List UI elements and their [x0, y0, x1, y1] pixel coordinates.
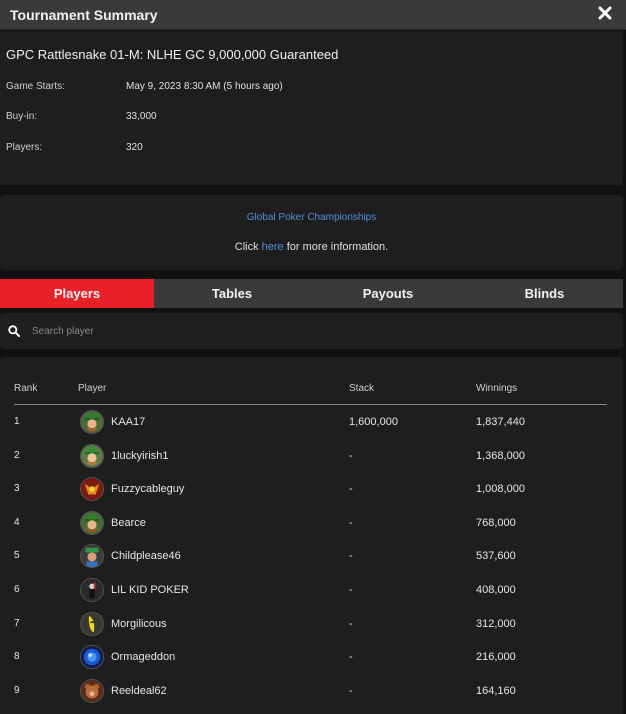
rank-cell: 1 [14, 416, 20, 427]
more-info-text: Click here for more information. [0, 241, 623, 253]
table-row[interactable]: 7 Morgilicous - 312,000 [0, 609, 623, 639]
winnings-cell: 1,008,000 [476, 483, 525, 495]
stack-cell: - [349, 550, 353, 562]
more-info-suffix: for more information. [283, 241, 389, 253]
tab-bar: Players Tables Payouts Blinds [0, 279, 623, 308]
winnings-header: Winnings [476, 383, 518, 394]
window-header: Tournament Summary [0, 0, 626, 30]
stack-cell: - [349, 584, 353, 596]
bear-avatar-icon [80, 679, 104, 703]
player-name-cell: Morgilicous [111, 618, 167, 630]
rank-header: Rank [14, 383, 38, 394]
buy-in-value: 33,000 [126, 111, 157, 122]
winnings-cell: 312,000 [476, 618, 516, 630]
winnings-cell: 216,000 [476, 651, 516, 663]
dragon-avatar-icon [80, 477, 104, 501]
stack-cell: - [349, 618, 353, 630]
table-row[interactable]: 1 KAA17 1,600,000 1,837,440 [0, 407, 623, 437]
table-row[interactable]: 5 Childplease46 - 537,600 [0, 541, 623, 571]
header-divider [14, 404, 607, 405]
rank-cell: 8 [14, 651, 20, 662]
game-starts-value: May 9, 2023 8:30 AM (5 hours ago) [126, 81, 283, 92]
table-row[interactable]: 8 Ormageddon - 216,000 [0, 642, 623, 672]
table-row[interactable]: 6 LIL KID POKER - 408,000 [0, 575, 623, 605]
leprechaun-avatar-icon [80, 444, 104, 468]
player-name-cell: KAA17 [111, 416, 146, 428]
winnings-cell: 164,160 [476, 685, 516, 697]
leprechaun-avatar-icon [80, 410, 104, 434]
banana-avatar-icon [80, 612, 104, 636]
game-starts-label: Game Starts: [6, 81, 65, 92]
window-title: Tournament Summary [10, 7, 158, 23]
stack-cell: - [349, 651, 353, 663]
players-value: 320 [126, 142, 143, 153]
tab-blinds[interactable]: Blinds [466, 279, 623, 308]
winnings-cell: 768,000 [476, 517, 516, 529]
championship-link[interactable]: Global Poker Championships [0, 212, 623, 223]
players-label: Players: [6, 142, 43, 153]
click-text: Click [234, 241, 262, 253]
here-link[interactable]: here [262, 241, 284, 253]
winnings-cell: 537,600 [476, 550, 516, 562]
blue-orb-avatar-icon [80, 645, 104, 669]
tab-tables[interactable]: Tables [154, 279, 310, 308]
players-table: Rank Player Stack Winnings 1 KAA17 1,600… [0, 357, 623, 714]
winnings-cell: 1,368,000 [476, 450, 525, 462]
rank-cell: 5 [14, 550, 20, 561]
close-icon[interactable] [598, 6, 612, 20]
winnings-cell: 408,000 [476, 584, 516, 596]
stack-cell: - [349, 517, 353, 529]
rank-cell: 6 [14, 584, 20, 595]
tab-payouts[interactable]: Payouts [310, 279, 466, 308]
search-icon [8, 325, 20, 337]
rank-cell: 2 [14, 450, 20, 461]
player-name-cell: 1luckyirish1 [111, 450, 169, 462]
tournament-summary-panel: GPC Rattlesnake 01-M: NLHE GC 9,000,000 … [0, 31, 623, 185]
rank-cell: 3 [14, 483, 20, 494]
search-player-input[interactable] [32, 321, 592, 341]
stack-cell: - [349, 483, 353, 495]
winnings-cell: 1,837,440 [476, 416, 525, 428]
stack-cell: 1,600,000 [349, 416, 398, 428]
player-name-cell: LIL KID POKER [111, 584, 189, 596]
promo-panel: Global Poker Championships Click here fo… [0, 195, 623, 270]
stack-cell: - [349, 685, 353, 697]
character-avatar-icon [80, 544, 104, 568]
table-row[interactable]: 9 Reeldeal62 - 164,160 [0, 676, 623, 706]
tab-players[interactable]: Players [0, 279, 154, 308]
buy-in-label: Buy-in: [6, 111, 38, 122]
figure-avatar-icon [80, 578, 104, 602]
rank-cell: 7 [14, 618, 20, 629]
table-row[interactable]: 2 1luckyirish1 - 1,368,000 [0, 441, 623, 471]
table-row[interactable]: 4 Bearce - 768,000 [0, 508, 623, 538]
player-name-cell: Ormageddon [111, 651, 176, 663]
stack-header: Stack [349, 383, 375, 394]
player-name-cell: Fuzzycableguy [111, 483, 185, 495]
search-bar [0, 313, 623, 349]
player-name-cell: Bearce [111, 517, 146, 529]
stack-cell: - [349, 450, 353, 462]
rank-cell: 9 [14, 685, 20, 696]
player-header: Player [78, 383, 107, 394]
player-name-cell: Childplease46 [111, 550, 181, 562]
tournament-name: GPC Rattlesnake 01-M: NLHE GC 9,000,000 … [6, 47, 339, 62]
player-name-cell: Reeldeal62 [111, 685, 167, 697]
leprechaun-avatar-icon [80, 511, 104, 535]
rank-cell: 4 [14, 517, 20, 528]
table-row[interactable]: 3 Fuzzycableguy - 1,008,000 [0, 474, 623, 504]
